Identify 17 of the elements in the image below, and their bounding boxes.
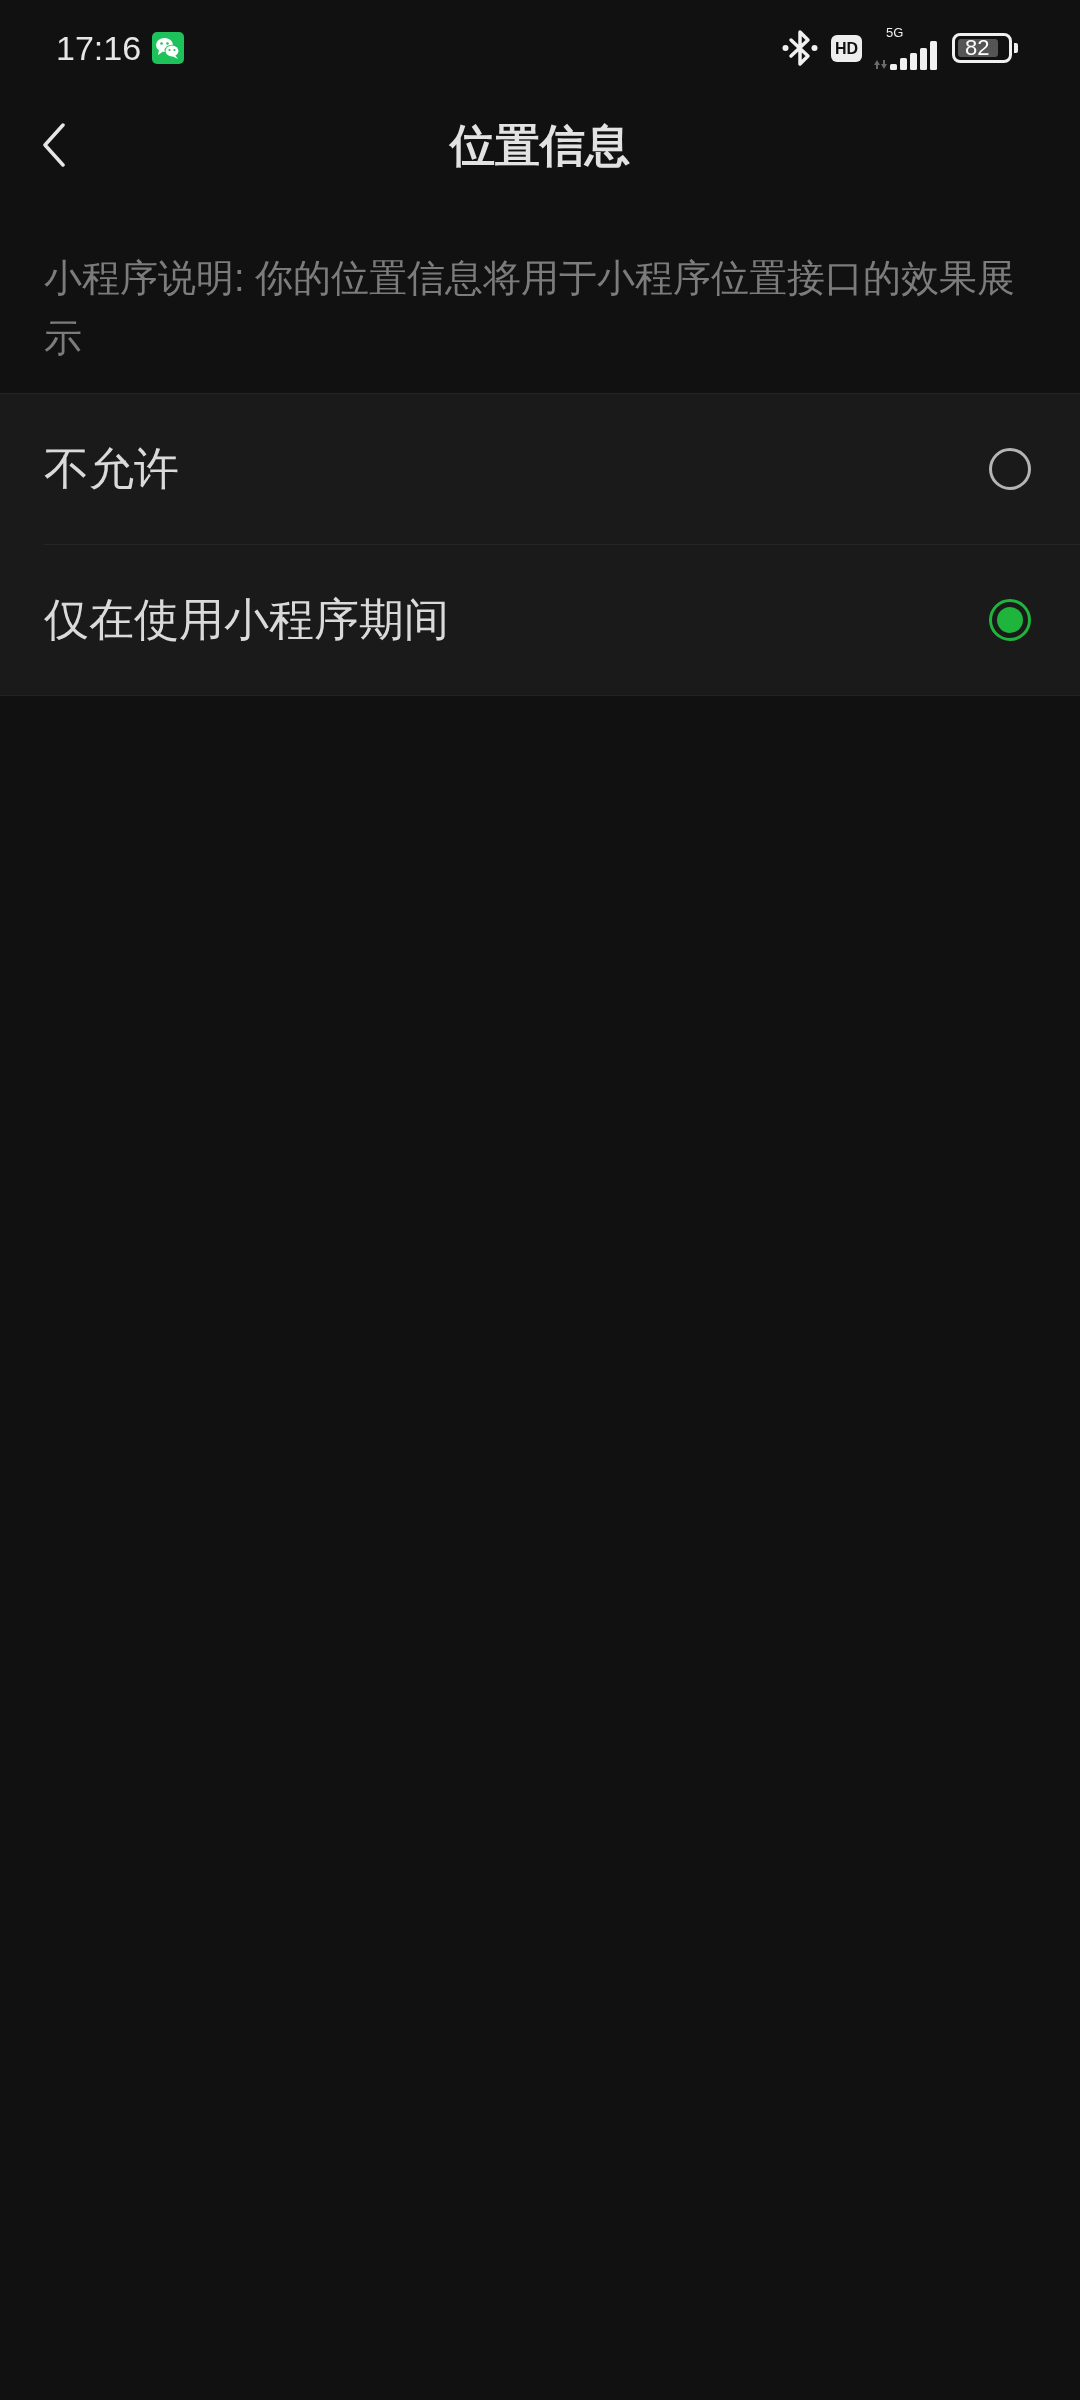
- option-label: 不允许: [44, 443, 179, 495]
- radio-icon[interactable]: [989, 448, 1031, 490]
- chat-bubbles-icon: [152, 32, 185, 64]
- radio-icon[interactable]: [989, 599, 1031, 641]
- page-title: 位置信息: [450, 120, 630, 172]
- bluetooth-icon: [782, 29, 818, 67]
- data-arrows-icon: [874, 60, 887, 69]
- signal-bars-icon: [890, 41, 938, 70]
- status-time: 17:16: [56, 30, 142, 66]
- option-row[interactable]: 仅在使用小程序期间: [0, 545, 1080, 695]
- description-text: 小程序说明: 你的位置信息将用于小程序位置接口的效果展示: [44, 256, 1017, 361]
- network-type: 5G: [886, 26, 904, 39]
- option-row[interactable]: 不允许: [0, 394, 1080, 544]
- back-icon: [42, 123, 66, 167]
- hd-badge: HD: [831, 34, 862, 62]
- battery-level: 82: [965, 36, 990, 60]
- option-label: 仅在使用小程序期间: [44, 594, 449, 646]
